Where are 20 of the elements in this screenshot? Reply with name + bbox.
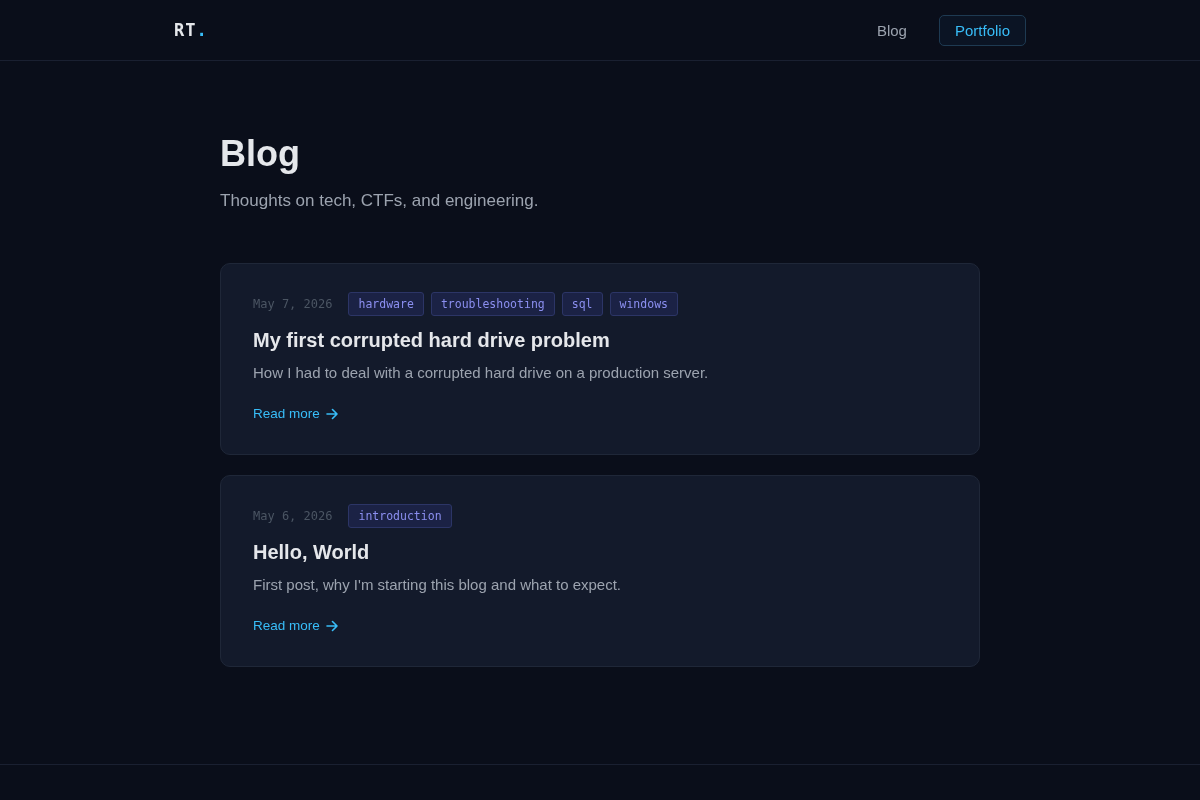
nav-link[interactable]: Blog	[876, 21, 907, 39]
arrow-right-icon	[325, 408, 338, 420]
read-more-link[interactable]: Read more	[253, 616, 338, 636]
post-date: May 6, 2026	[253, 509, 333, 523]
post-summary: How I had to deal with a corrupted hard drive on a production server.	[253, 363, 710, 383]
tag-label: windows	[609, 292, 678, 316]
tag-label: sql	[561, 292, 603, 316]
portfolio-button[interactable]: Portfolio	[938, 14, 1026, 46]
page-subtitle: Thoughts on tech, CTFs, and engineering.	[220, 190, 540, 212]
tag-label: troubleshooting	[430, 292, 555, 316]
logo-link[interactable]: RT.	[174, 20, 208, 40]
post-summary: First post, why I'm starting this blog and what to expect.	[253, 575, 623, 595]
arrow-right-icon	[325, 620, 338, 632]
tag-label: introduction	[348, 504, 452, 528]
post-title[interactable]: My first corrupted hard drive problem	[253, 326, 947, 354]
tag-label: hardware	[348, 292, 424, 316]
page-title: Blog	[220, 132, 301, 176]
post-title[interactable]: Hello, World	[253, 538, 947, 566]
read-more-link[interactable]: Read more	[253, 404, 338, 424]
post-date: May 7, 2026	[253, 297, 333, 311]
